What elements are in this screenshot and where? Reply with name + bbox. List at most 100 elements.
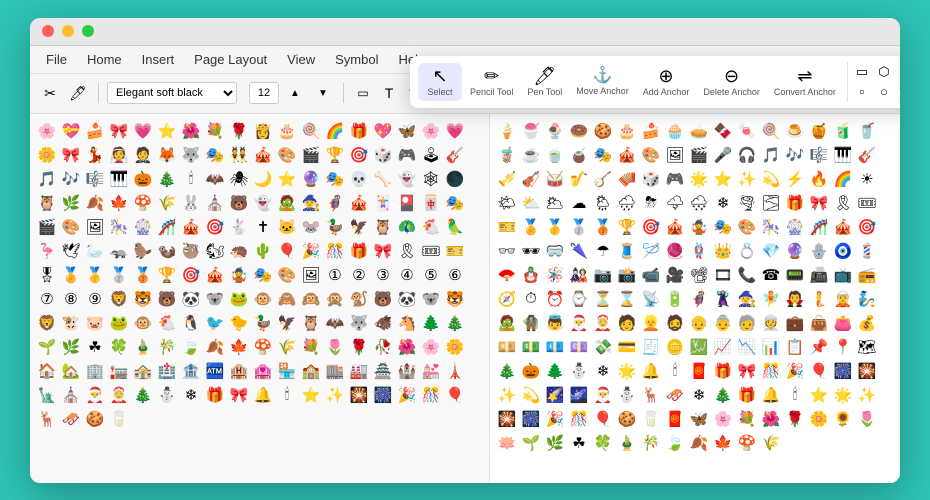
list-item[interactable]: 🎪 [616,144,638,166]
list-item[interactable]: 🗺 [856,336,878,358]
list-item[interactable]: 🍩 [568,120,590,142]
list-item[interactable]: 🧋 [496,144,518,166]
add-anchor-tool[interactable]: ⊕ Add Anchor [637,63,696,101]
list-item[interactable]: 🕯 [664,360,686,382]
list-item[interactable]: 🎆 [832,360,854,382]
list-item[interactable]: 🎪 [348,192,370,214]
list-item[interactable]: 🐗 [372,312,394,334]
list-item[interactable]: ☂ [592,240,614,262]
font-size-up-icon[interactable]: ▲ [283,81,307,105]
list-item[interactable]: 🏆 [324,144,346,166]
list-item[interactable]: 🎃 [132,168,154,190]
list-item[interactable]: 🧁 [664,120,686,142]
list-item[interactable]: 🥛 [640,408,662,430]
list-item[interactable]: 🎯 [640,216,662,238]
list-item[interactable]: 👜 [808,312,830,334]
list-item[interactable]: ⭐ [276,168,298,190]
list-item[interactable]: 🎖 [36,264,58,286]
list-item[interactable]: 📋 [784,336,806,358]
list-item[interactable]: 🐔 [156,312,178,334]
list-item[interactable]: 🦆 [252,312,274,334]
list-item[interactable]: 🍮 [784,120,806,142]
list-item[interactable]: 🍁 [712,432,734,454]
list-item[interactable]: 🎭 [712,216,734,238]
list-item[interactable]: 🐻 [372,288,394,310]
list-item[interactable]: 🎅 [592,384,614,406]
list-item[interactable]: 🌂 [568,240,590,262]
list-item[interactable]: ❄ [712,192,734,214]
list-item[interactable]: 🦅 [276,312,298,334]
list-item[interactable]: 🐺 [180,144,202,166]
list-item[interactable]: 📡 [640,288,662,310]
list-item[interactable]: 🌱 [36,336,58,358]
list-item[interactable]: 🌼 [444,336,466,358]
list-item[interactable]: 🎵 [760,144,782,166]
list-item[interactable]: 🧔 [664,312,686,334]
list-item[interactable]: 🌙 [252,168,274,190]
list-item[interactable]: 🎲 [372,144,394,166]
list-item[interactable]: 🍪 [592,120,614,142]
list-item[interactable]: 🗼 [444,360,466,382]
list-item[interactable]: 🔮 [300,168,322,190]
list-item[interactable]: ⭐ [300,384,322,406]
list-item[interactable]: 🍂 [204,336,226,358]
list-item[interactable]: 🐯 [132,288,154,310]
text-format-btn[interactable]: T [378,82,400,104]
list-item[interactable]: 🎼 [808,144,830,166]
list-item[interactable]: 🎎 [568,264,590,286]
list-item[interactable]: 🔮 [784,240,806,262]
list-item[interactable]: 👵 [712,312,734,334]
list-item[interactable]: 👻 [396,168,418,190]
list-item[interactable]: 🎋 [156,336,178,358]
close-button[interactable] [42,25,54,37]
list-item[interactable]: 💐 [736,408,758,430]
list-item[interactable]: 🔔 [640,360,662,382]
list-item[interactable]: 🐇 [228,216,250,238]
list-item[interactable]: 🎂 [616,120,638,142]
text-border-btn[interactable]: ▭ [352,82,374,104]
list-item[interactable]: 🎡 [132,216,154,238]
list-item[interactable]: 🐒 [348,288,370,310]
list-item[interactable]: 🎉 [300,240,322,262]
list-item[interactable]: 🎇 [496,408,518,430]
list-item[interactable]: 🌤 [496,192,518,214]
list-item[interactable]: 📌 [808,336,830,358]
list-item[interactable]: 🎁 [348,120,370,142]
list-item[interactable]: 🌟 [832,384,854,406]
list-item[interactable]: 👻 [252,192,274,214]
list-item[interactable]: 🥈 [568,216,590,238]
list-item[interactable]: 🎄 [132,384,154,406]
list-item[interactable]: 🧉 [568,144,590,166]
list-item[interactable]: 🏦 [180,360,202,382]
list-item[interactable]: 🍫 [712,120,734,142]
list-item[interactable]: 🍄 [736,432,758,454]
list-item[interactable]: 🎮 [396,144,418,166]
list-item[interactable]: 🌟 [688,168,710,190]
list-item[interactable]: 🎠 [108,216,130,238]
list-item[interactable]: 🎸 [444,144,466,166]
list-item[interactable]: 🕊 [60,240,82,262]
list-item[interactable]: 🎄 [156,168,178,190]
list-item[interactable]: ⛄ [616,384,638,406]
list-item[interactable]: 💷 [568,336,590,358]
list-item[interactable]: 🐧 [180,312,202,334]
list-item[interactable]: 📞 [736,264,758,286]
list-item[interactable]: 👓 [496,240,518,262]
list-item[interactable]: 🪕 [592,168,614,190]
list-item[interactable]: 🎨 [60,216,82,238]
list-item[interactable]: 🍭 [760,120,782,142]
list-item[interactable]: 🦔 [228,240,250,262]
list-item[interactable]: ⌚ [568,288,590,310]
list-item[interactable]: 🕶 [520,240,542,262]
list-item[interactable]: 🌸 [36,120,58,142]
list-item[interactable]: 🎭 [444,192,466,214]
list-item[interactable]: 🐦 [204,312,226,334]
list-item[interactable]: 🎴 [396,192,418,214]
list-item[interactable]: 🌵 [252,240,274,262]
list-item[interactable]: 🔥 [808,168,830,190]
font-size-input[interactable] [249,82,279,104]
list-item[interactable]: 🎭 [252,264,274,286]
list-item[interactable]: 🦚 [396,216,418,238]
list-item[interactable]: 🧙 [736,288,758,310]
list-item[interactable]: 🎞 [712,264,734,286]
